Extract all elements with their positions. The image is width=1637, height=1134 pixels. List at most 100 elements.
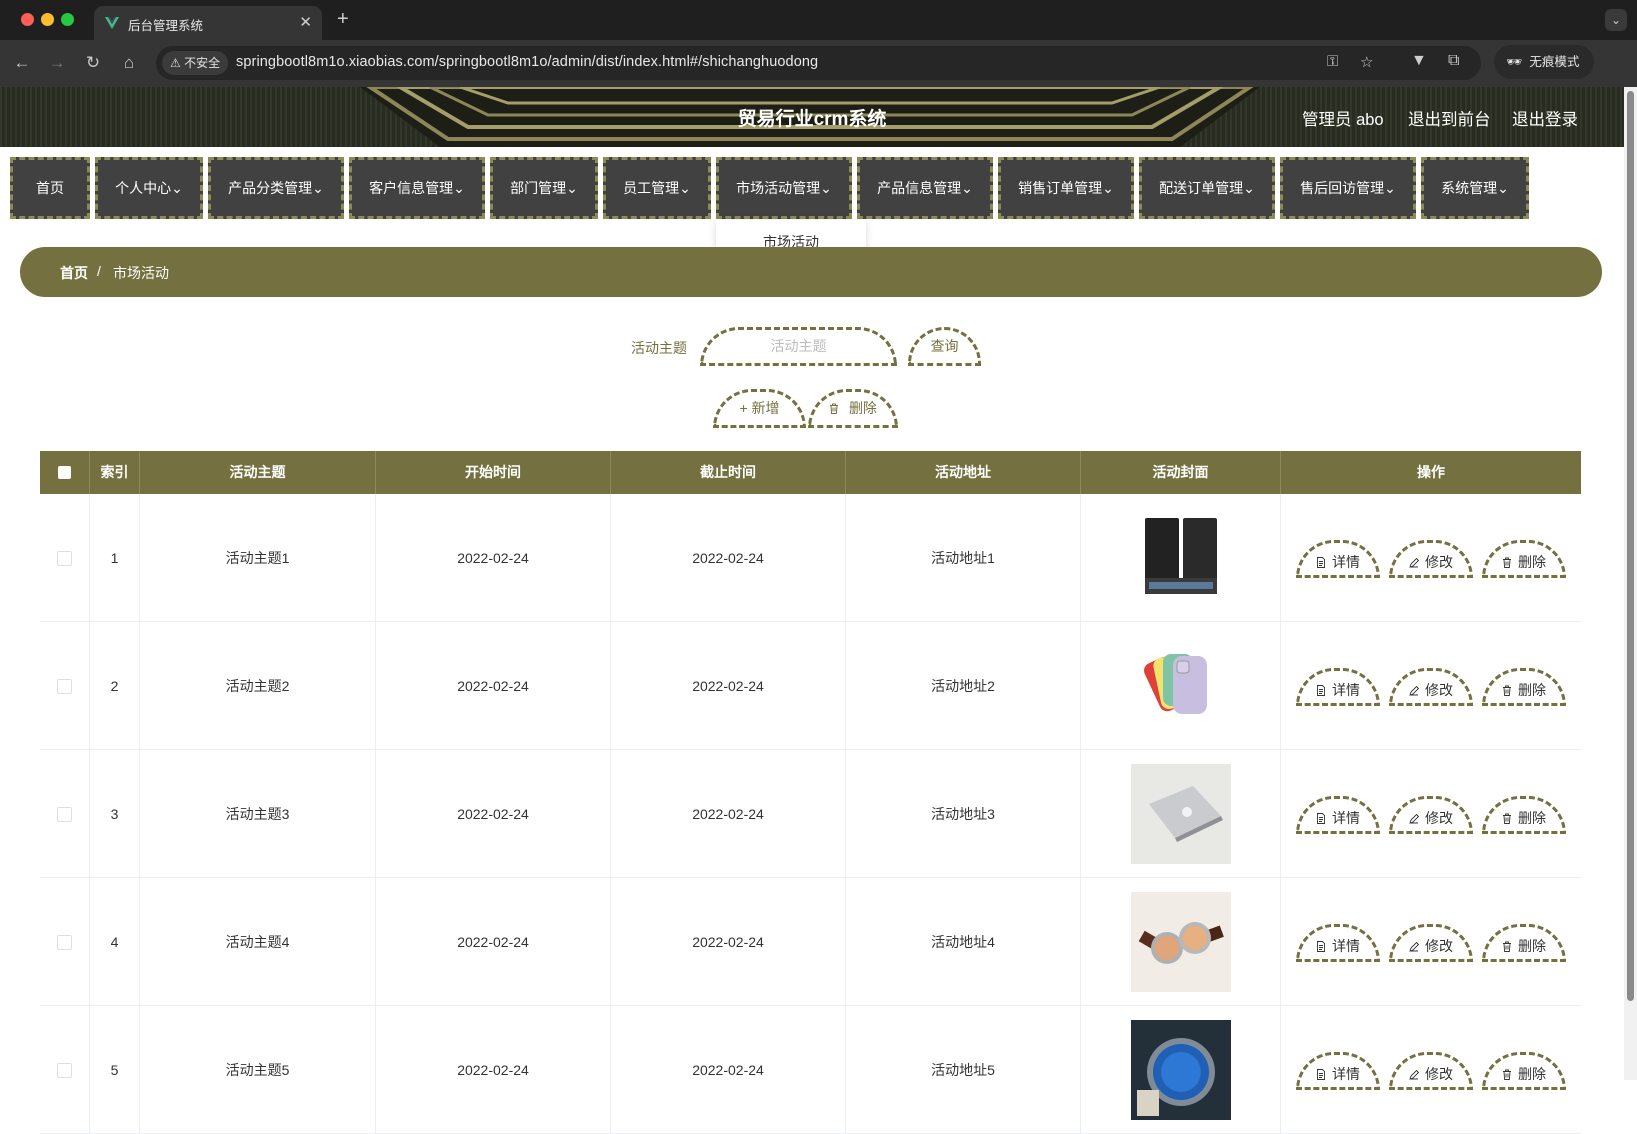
close-window-button[interactable] (21, 13, 34, 26)
maximize-window-button[interactable] (61, 13, 74, 26)
batch-delete-label: 删除 (848, 400, 877, 416)
detail-button[interactable]: 详情 (1296, 796, 1380, 834)
new-tab-icon[interactable]: + (337, 8, 349, 31)
cell-cover (1081, 494, 1281, 622)
extensions-puzzle-icon[interactable]: ⧉ (1448, 52, 1459, 70)
cell-cover (1081, 750, 1281, 878)
row-checkbox[interactable] (57, 551, 72, 566)
delete-button[interactable]: 删除 (1482, 796, 1566, 834)
trash-icon (1503, 685, 1511, 696)
edit-button[interactable]: 修改 (1389, 924, 1473, 962)
menu-label: 产品信息管理 (877, 180, 962, 196)
batch-delete-button[interactable]: 删除 (808, 389, 898, 428)
detail-button[interactable]: 详情 (1296, 924, 1380, 962)
menu-item-marketing-activity[interactable]: 市场活动管理⌄ (716, 157, 852, 219)
menu-item-customer-info[interactable]: 客户信息管理⌄ (349, 157, 485, 219)
bookmark-star-icon[interactable]: ☆ (1360, 53, 1373, 71)
edit-button[interactable]: 修改 (1389, 540, 1473, 578)
minimize-window-button[interactable] (41, 13, 54, 26)
detail-button[interactable]: 详情 (1296, 540, 1380, 578)
incognito-indicator[interactable]: 🕶 无痕模式 (1494, 45, 1594, 79)
detail-button[interactable]: 详情 (1296, 1052, 1380, 1090)
chevron-down-icon: ⌄ (1384, 180, 1396, 196)
extension-v-icon[interactable]: ▼ (1411, 52, 1427, 70)
query-button[interactable]: 查询 (908, 327, 981, 366)
menu-item-system[interactable]: 系统管理⌄ (1421, 157, 1529, 219)
cell-index: 1 (90, 494, 140, 622)
logout-link[interactable]: 退出登录 (1512, 106, 1578, 130)
edit-button[interactable]: 修改 (1389, 668, 1473, 706)
cell-actions: 详情 修改 删除 (1281, 494, 1581, 622)
breadcrumb-home[interactable]: 首页 (60, 263, 88, 283)
document-icon (1317, 1069, 1325, 1080)
browser-tab[interactable]: 后台管理系统 ✕ (94, 6, 322, 40)
cell-end: 2022-02-24 (611, 878, 846, 1006)
scrollbar-thumb[interactable] (1627, 91, 1634, 1001)
reload-icon[interactable]: ↻ (81, 51, 105, 75)
back-icon[interactable]: ← (10, 51, 34, 75)
not-secure-badge[interactable]: ⚠ 不安全 (162, 51, 229, 75)
not-secure-label: 不安全 (184, 56, 221, 70)
breadcrumb-separator: / (97, 263, 101, 279)
menu-item-department[interactable]: 部门管理⌄ (490, 157, 598, 219)
delete-button[interactable]: 删除 (1482, 1052, 1566, 1090)
row-checkbox[interactable] (57, 679, 72, 694)
cell-address: 活动地址4 (846, 878, 1081, 1006)
cell-actions: 详情 修改 删除 (1281, 1006, 1581, 1134)
home-icon[interactable]: ⌂ (117, 51, 141, 75)
column-header-topic[interactable]: 活动主题 (140, 451, 376, 494)
search-input[interactable]: 活动主题 (700, 327, 897, 366)
menu-item-product-category[interactable]: 产品分类管理⌄ (208, 157, 344, 219)
trash-icon (1503, 1069, 1511, 1080)
cover-image[interactable] (1131, 892, 1231, 992)
column-header-start[interactable]: 开始时间 (376, 451, 611, 494)
breadcrumb: 首页 / 市场活动 (20, 247, 1602, 297)
column-header-end[interactable]: 截止时间 (611, 451, 846, 494)
add-button[interactable]: + 新增 (713, 389, 806, 428)
close-tab-icon[interactable]: ✕ (299, 13, 312, 31)
delete-label: 删除 (1518, 682, 1546, 698)
delete-button[interactable]: 删除 (1482, 540, 1566, 578)
cell-cover (1081, 622, 1281, 750)
cover-image[interactable] (1131, 636, 1231, 736)
row-checkbox[interactable] (57, 935, 72, 950)
exit-to-front-link[interactable]: 退出到前台 (1408, 106, 1491, 130)
menu-item-sales-order[interactable]: 销售订单管理⌄ (998, 157, 1134, 219)
menu-label: 部门管理 (510, 180, 567, 196)
chevron-down-icon: ⌄ (453, 180, 465, 196)
cell-actions: 详情 修改 删除 (1281, 878, 1581, 1006)
row-checkbox[interactable] (57, 1063, 72, 1078)
cell-end: 2022-02-24 (611, 750, 846, 878)
cell-index: 3 (90, 750, 140, 878)
detail-button[interactable]: 详情 (1296, 668, 1380, 706)
cover-image[interactable] (1131, 508, 1231, 608)
cover-image[interactable] (1131, 764, 1231, 864)
edit-button[interactable]: 修改 (1389, 1052, 1473, 1090)
edit-button[interactable]: 修改 (1389, 796, 1473, 834)
password-key-icon[interactable]: ⚿ (1327, 53, 1338, 70)
address-bar[interactable]: ⚠ 不安全 springbootl8m1o.xiaobias.com/sprin… (156, 46, 1481, 80)
menu-item-after-sales[interactable]: 售后回访管理⌄ (1280, 157, 1416, 219)
menu-item-product-info[interactable]: 产品信息管理⌄ (857, 157, 993, 219)
url-text[interactable]: springbootl8m1o.xiaobias.com/springbootl… (236, 54, 818, 70)
column-header-address[interactable]: 活动地址 (846, 451, 1081, 494)
page-scrollbar[interactable] (1624, 87, 1637, 1080)
forward-icon[interactable]: → (45, 51, 69, 75)
app-header: 贸易行业crm系统 管理员 abo 退出到前台 退出登录 (0, 87, 1624, 147)
cell-actions: 详情 修改 删除 (1281, 622, 1581, 750)
select-all-checkbox[interactable] (58, 466, 71, 479)
menu-item-personal-center[interactable]: 个人中心⌄ (95, 157, 203, 219)
edit-label: 修改 (1425, 810, 1453, 826)
menu-item-employee[interactable]: 员工管理⌄ (603, 157, 711, 219)
delete-button[interactable]: 删除 (1482, 924, 1566, 962)
menu-label: 员工管理 (623, 180, 680, 196)
cell-address: 活动地址3 (846, 750, 1081, 878)
row-checkbox[interactable] (57, 807, 72, 822)
cover-image[interactable] (1131, 1020, 1231, 1120)
delete-button[interactable]: 删除 (1482, 668, 1566, 706)
table-header: 索引 活动主题 开始时间 截止时间 活动地址 活动封面 操作 (40, 451, 1581, 494)
trash-icon (1503, 813, 1511, 824)
tab-list-chevron-icon[interactable]: ⌄ (1605, 9, 1627, 31)
menu-item-home[interactable]: 首页 (10, 157, 90, 219)
menu-item-delivery-order[interactable]: 配送订单管理⌄ (1139, 157, 1275, 219)
